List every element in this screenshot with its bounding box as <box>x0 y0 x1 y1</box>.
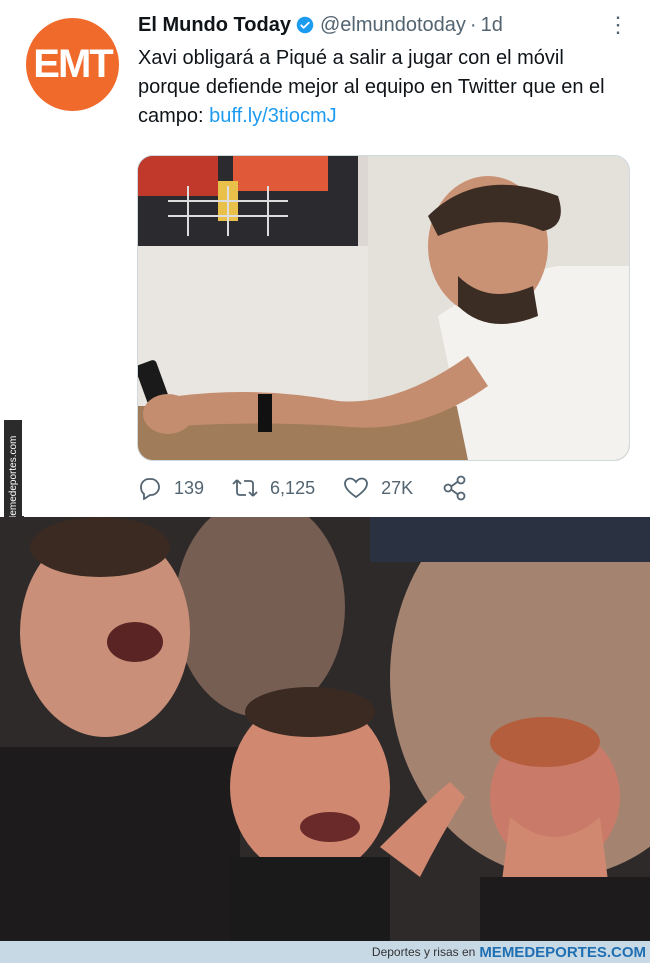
meme-laughing-faces <box>0 517 650 941</box>
retweet-button[interactable]: 6,125 <box>232 476 315 500</box>
footer-banner: Deportes y risas en MEMEDEPORTES.COM <box>0 941 650 963</box>
tweet-text: Xavi obligará a Piqué a salir a jugar co… <box>138 44 630 131</box>
reply-count: 139 <box>174 477 205 498</box>
reply-button[interactable]: 139 <box>138 476 204 500</box>
heart-icon <box>344 477 368 499</box>
footer-brand[interactable]: MEMEDEPORTES.COM <box>479 944 646 961</box>
tweet-actions: 139 6,125 27K <box>138 474 509 502</box>
footer-prefix: Deportes y risas en <box>371 945 476 959</box>
photo-man-with-phone <box>138 156 629 460</box>
timestamp[interactable]: 1d <box>481 14 503 37</box>
display-name[interactable]: El Mundo Today <box>138 14 291 37</box>
tweet-media-image[interactable] <box>137 155 630 461</box>
avatar[interactable]: EMT <box>26 18 119 111</box>
retweet-count: 6,125 <box>270 477 316 498</box>
like-count: 27K <box>381 477 414 498</box>
separator-dot: · <box>469 13 477 36</box>
tweet-body: Xavi obligará a Piqué a salir a jugar co… <box>138 47 605 127</box>
share-icon <box>443 475 466 501</box>
reply-icon <box>140 478 160 500</box>
tweet-card[interactable]: EMT El Mundo Today @elmundotoday · 1d ⋮ … <box>22 0 650 516</box>
share-button[interactable] <box>441 474 481 502</box>
tweet-header: El Mundo Today @elmundotoday · 1d ⋮ <box>138 10 629 40</box>
avatar-logo-text: EMT <box>33 42 113 86</box>
tweet-link[interactable]: buff.ly/3tiocmJ <box>209 105 336 127</box>
like-button[interactable]: 27K <box>343 476 413 500</box>
more-options-icon[interactable]: ⋮ <box>607 12 629 38</box>
handle[interactable]: @elmundotoday <box>320 14 466 37</box>
laughing-meme-image <box>0 517 650 941</box>
verified-badge-icon <box>296 16 314 34</box>
retweet-icon <box>232 479 258 497</box>
